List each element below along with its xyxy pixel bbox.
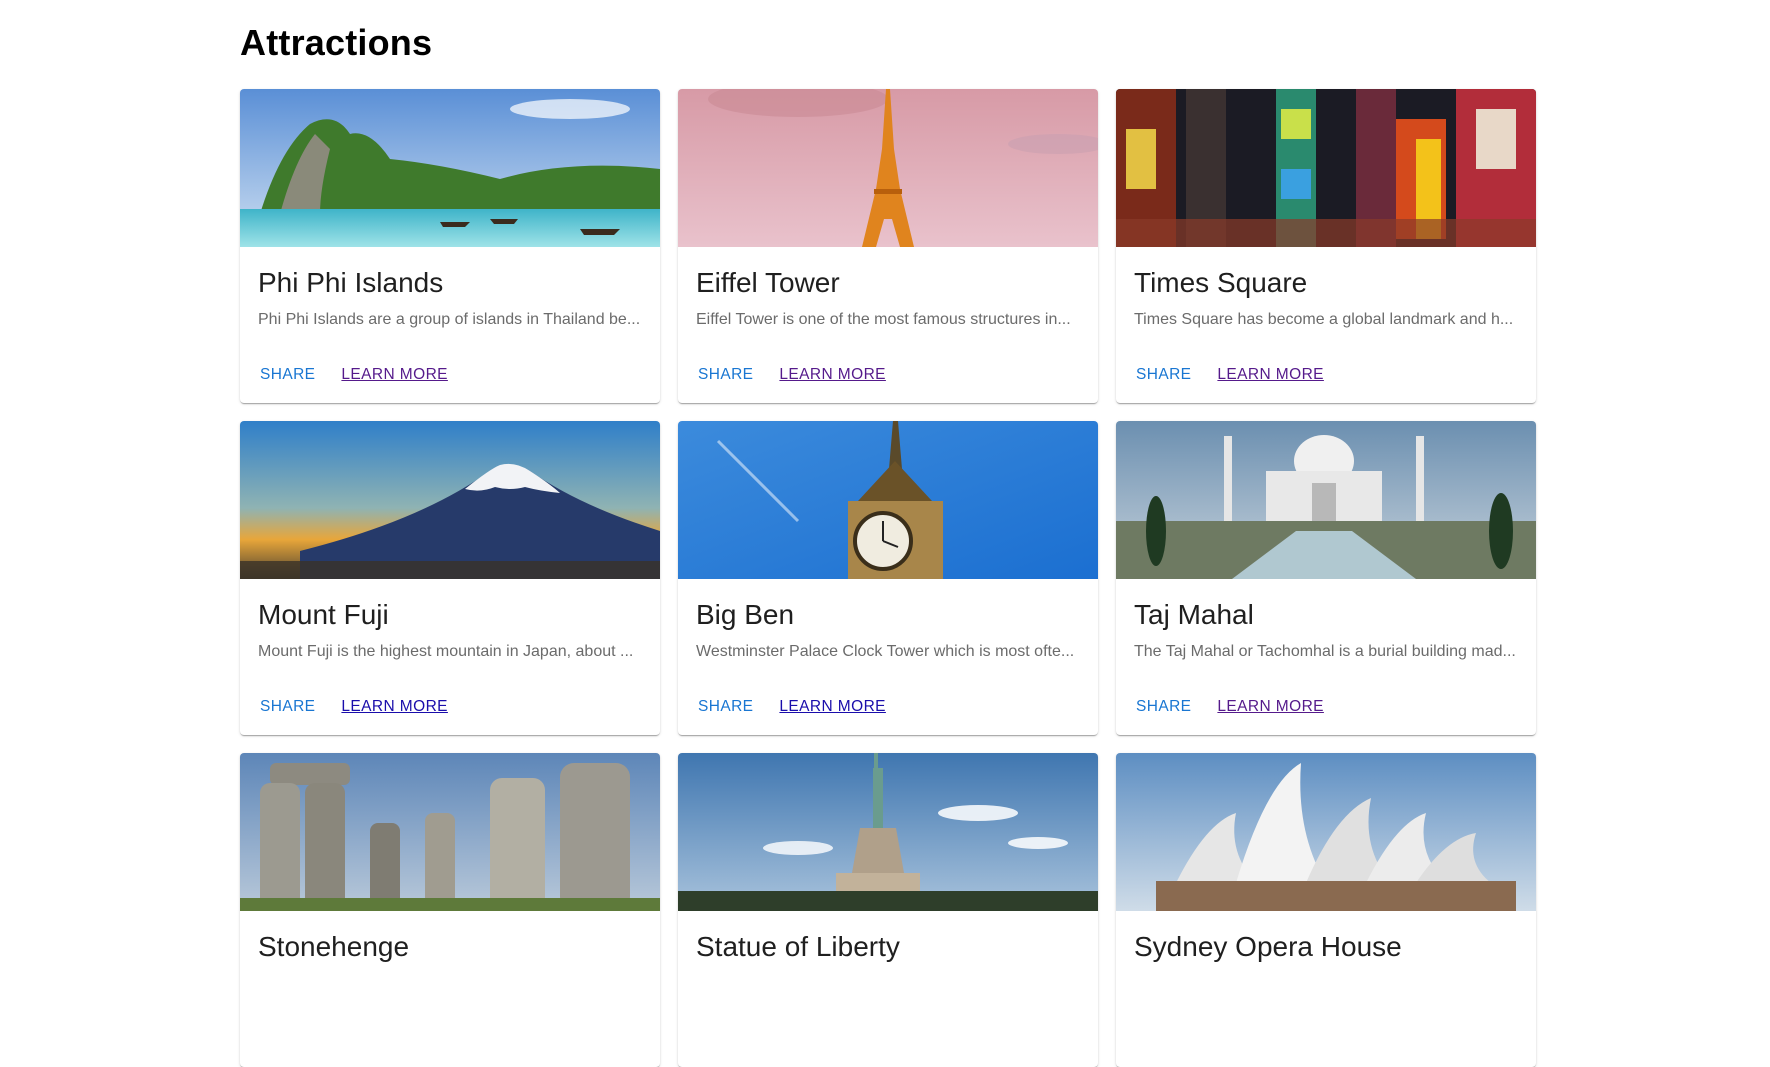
card-image-phi-phi-islands[interactable] xyxy=(240,89,660,247)
share-button[interactable]: SHARE xyxy=(260,366,315,384)
card-actions: SHARE LEARN MORE xyxy=(260,698,448,716)
attraction-card-times-square[interactable]: Times Square Times Square has become a g… xyxy=(1116,89,1536,403)
share-button[interactable]: SHARE xyxy=(260,698,315,716)
card-image-taj-mahal[interactable] xyxy=(1116,421,1536,579)
card-description: Mount Fuji is the highest mountain in Ja… xyxy=(258,643,634,660)
attraction-card-eiffel-tower[interactable]: Eiffel Tower Eiffel Tower is one of the … xyxy=(678,89,1098,403)
learn-more-link[interactable]: LEARN MORE xyxy=(1217,698,1324,716)
card-title: Times Square xyxy=(1134,267,1308,298)
attractions-grid: Phi Phi Islands Phi Phi Islands are a gr… xyxy=(240,89,1536,1067)
card-title: Big Ben xyxy=(696,599,795,630)
card-description: Phi Phi Islands are a group of islands i… xyxy=(258,311,641,328)
learn-more-link[interactable]: LEARN MORE xyxy=(341,698,448,716)
attraction-card-phi-phi-islands[interactable]: Phi Phi Islands Phi Phi Islands are a gr… xyxy=(240,89,660,403)
attraction-card-sydney-opera-house[interactable]: Sydney Opera House xyxy=(1116,753,1536,1067)
card-title: Eiffel Tower xyxy=(696,267,840,298)
card-title: Stonehenge xyxy=(258,931,410,962)
learn-more-link[interactable]: LEARN MORE xyxy=(779,366,886,384)
share-button[interactable]: SHARE xyxy=(698,698,753,716)
learn-more-link[interactable]: LEARN MORE xyxy=(1217,366,1324,384)
page-title: Attractions xyxy=(240,22,433,63)
card-image-times-square[interactable] xyxy=(1116,89,1536,247)
card-actions: SHARE LEARN MORE xyxy=(698,698,886,716)
card-title: Statue of Liberty xyxy=(696,931,900,962)
learn-more-link[interactable]: LEARN MORE xyxy=(341,366,448,384)
attraction-card-mount-fuji[interactable]: Mount Fuji Mount Fuji is the highest mou… xyxy=(240,421,660,735)
attraction-card-taj-mahal[interactable]: Taj Mahal The Taj Mahal or Tachomhal is … xyxy=(1116,421,1536,735)
card-actions: SHARE LEARN MORE xyxy=(1136,698,1324,716)
share-button[interactable]: SHARE xyxy=(1136,366,1191,384)
learn-more-link[interactable]: LEARN MORE xyxy=(779,698,886,716)
card-image-sydney-opera-house[interactable] xyxy=(1116,753,1536,911)
share-button[interactable]: SHARE xyxy=(698,366,753,384)
card-description: Westminster Palace Clock Tower which is … xyxy=(696,643,1075,660)
attraction-card-big-ben[interactable]: Big Ben Westminster Palace Clock Tower w… xyxy=(678,421,1098,735)
card-description: Times Square has become a global landmar… xyxy=(1134,311,1514,328)
card-title: Mount Fuji xyxy=(258,599,389,630)
card-image-big-ben[interactable] xyxy=(678,421,1098,579)
card-actions: SHARE LEARN MORE xyxy=(260,366,448,384)
card-image-mount-fuji[interactable] xyxy=(240,421,660,579)
attraction-card-statue-of-liberty[interactable]: Statue of Liberty xyxy=(678,753,1098,1067)
card-description: Eiffel Tower is one of the most famous s… xyxy=(696,311,1071,328)
card-actions: SHARE LEARN MORE xyxy=(1136,366,1324,384)
share-button[interactable]: SHARE xyxy=(1136,698,1191,716)
card-title: Phi Phi Islands xyxy=(258,267,444,298)
attraction-card-stonehenge[interactable]: Stonehenge xyxy=(240,753,660,1067)
card-title: Sydney Opera House xyxy=(1134,931,1402,962)
card-image-statue-of-liberty[interactable] xyxy=(678,753,1098,911)
card-image-eiffel-tower[interactable] xyxy=(678,89,1098,247)
card-description: The Taj Mahal or Tachomhal is a burial b… xyxy=(1134,643,1516,660)
card-image-stonehenge[interactable] xyxy=(240,753,660,911)
card-actions: SHARE LEARN MORE xyxy=(698,366,886,384)
card-title: Taj Mahal xyxy=(1134,599,1254,630)
